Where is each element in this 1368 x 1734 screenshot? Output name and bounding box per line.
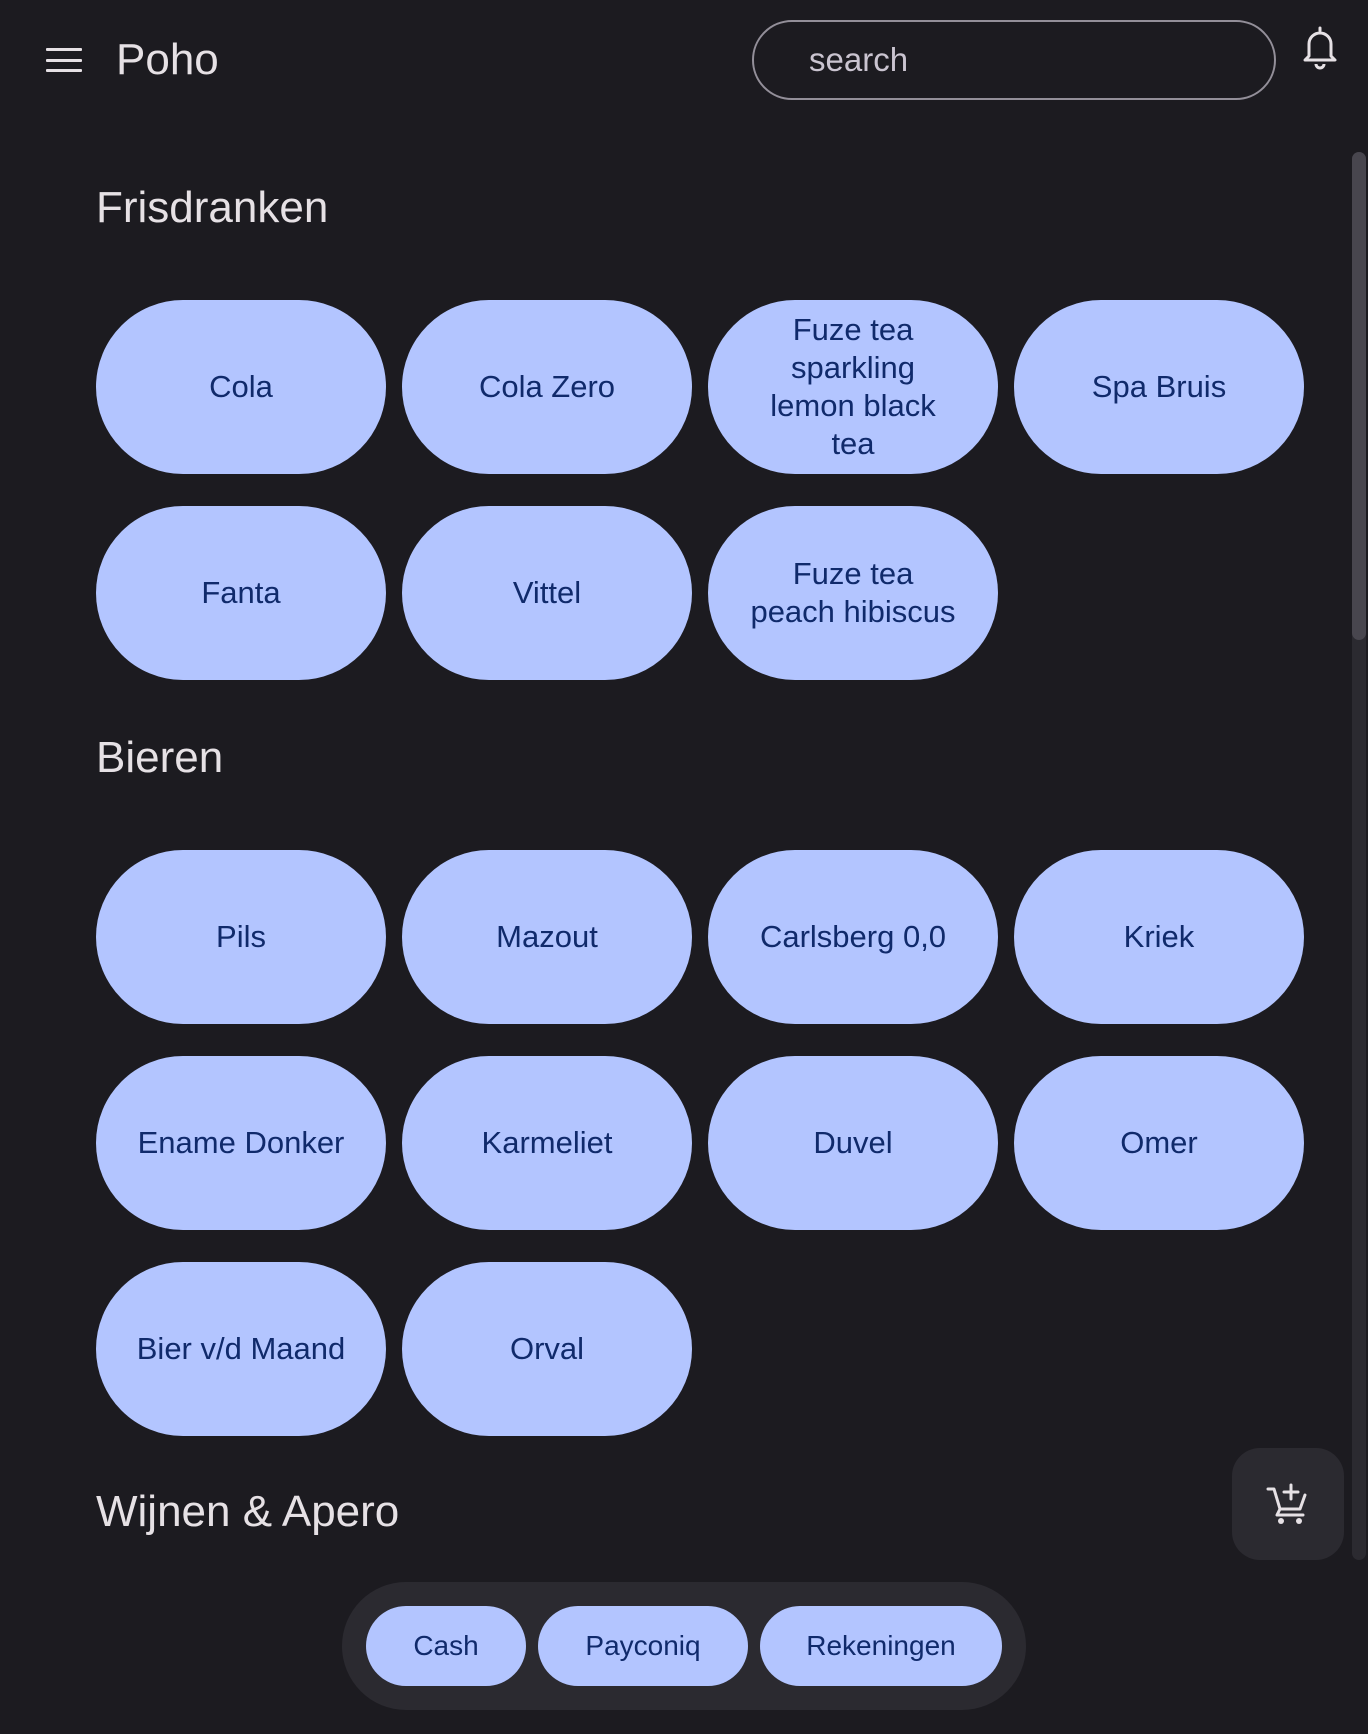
product-button[interactable]: Mazout [402, 850, 692, 1024]
product-grid-bieren: Pils Mazout Carlsberg 0,0 Kriek Ename Do… [96, 850, 1306, 1436]
scrollbar-thumb[interactable] [1352, 152, 1366, 640]
product-button[interactable]: Bier v/d Maand [96, 1262, 386, 1436]
menu-icon-bar [46, 48, 82, 51]
section-title-frisdranken: Frisdranken [96, 183, 329, 232]
menu-icon-bar [46, 58, 82, 62]
product-button[interactable]: Vittel [402, 506, 692, 680]
menu-icon-bar [46, 69, 82, 72]
payment-bar: Cash Payconiq Rekeningen [342, 1582, 1026, 1710]
rekeningen-button[interactable]: Rekeningen [760, 1606, 1002, 1686]
product-button[interactable]: Karmeliet [402, 1056, 692, 1230]
bell-icon[interactable] [1300, 24, 1340, 72]
product-button[interactable]: Fuze tea peach hibiscus [708, 506, 998, 680]
product-button[interactable]: Orval [402, 1262, 692, 1436]
section-title-wijnen-apero: Wijnen & Apero [96, 1487, 400, 1536]
section-title-bieren: Bieren [96, 733, 224, 782]
menu-button[interactable] [42, 42, 86, 78]
top-app-bar: Poho [0, 0, 1368, 120]
cash-button[interactable]: Cash [366, 1606, 526, 1686]
product-button[interactable]: Omer [1014, 1056, 1304, 1230]
cart-button[interactable] [1232, 1448, 1344, 1560]
product-button[interactable]: Carlsberg 0,0 [708, 850, 998, 1024]
product-button[interactable]: Duvel [708, 1056, 998, 1230]
app-root: Poho Frisdranken Cola Cola Zero Fuze tea… [0, 0, 1368, 1734]
product-button[interactable]: Fuze tea sparkling lemon black tea [708, 300, 998, 474]
add-shopping-cart-icon [1266, 1483, 1307, 1524]
search-input[interactable] [752, 20, 1276, 100]
product-button[interactable]: Cola [96, 300, 386, 474]
app-title: Poho [116, 35, 219, 84]
product-button[interactable]: Ename Donker [96, 1056, 386, 1230]
product-button[interactable]: Spa Bruis [1014, 300, 1304, 474]
product-button[interactable]: Pils [96, 850, 386, 1024]
payconiq-button[interactable]: Payconiq [538, 1606, 748, 1686]
product-button[interactable]: Cola Zero [402, 300, 692, 474]
product-button[interactable]: Fanta [96, 506, 386, 680]
product-button[interactable]: Kriek [1014, 850, 1304, 1024]
product-grid-frisdranken: Cola Cola Zero Fuze tea sparkling lemon … [96, 300, 1306, 680]
